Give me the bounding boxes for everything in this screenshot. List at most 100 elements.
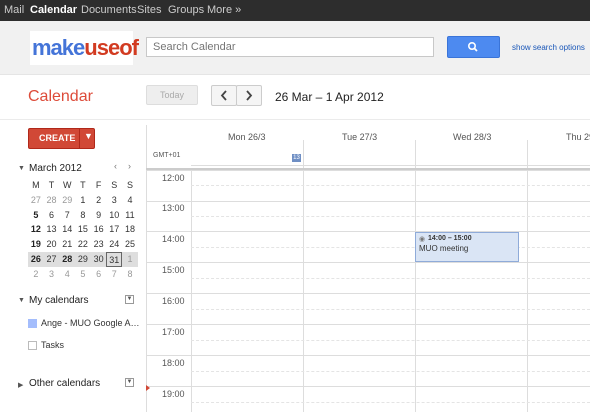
collapse-triangle-icon[interactable]: ▼ (18, 297, 25, 304)
next-week-button[interactable] (236, 85, 262, 106)
nav-documents[interactable]: Documents (81, 4, 137, 16)
mini-day-today[interactable]: 31 (106, 251, 123, 267)
mini-day[interactable]: 11 (122, 208, 138, 223)
mini-day[interactable]: 27 (44, 252, 60, 267)
mini-day[interactable]: 29 (75, 252, 91, 267)
half-hour-line (191, 371, 590, 372)
mini-day[interactable]: 30 (91, 252, 107, 267)
show-search-options-link[interactable]: show search options (512, 43, 585, 52)
mini-day[interactable]: 17 (106, 222, 122, 237)
event-time: 14:00 – 15:00 (428, 235, 472, 242)
collapse-triangle-icon[interactable]: ▼ (18, 165, 25, 172)
nav-groups[interactable]: Groups (168, 4, 204, 16)
mini-day[interactable]: 24 (106, 237, 122, 252)
day-header-thu[interactable]: Thu 29 (566, 132, 590, 142)
mini-day[interactable]: 22 (75, 237, 91, 252)
mini-week-row-selected: 26 27 28 29 30 31 1 (28, 251, 138, 267)
mini-week-row: 2 3 4 5 6 7 8 (28, 267, 138, 282)
mini-day[interactable]: 12 (28, 222, 44, 237)
calendar-item-label[interactable]: Tasks (41, 340, 64, 350)
hour-line (146, 386, 590, 387)
search-input[interactable] (146, 37, 434, 57)
hour-label: 13:00 (162, 203, 185, 213)
hour-line (146, 170, 590, 171)
top-nav-bar: Mail Calendar Documents Sites Groups Mor… (0, 0, 590, 21)
mini-calendar-grid: M T W T F S S 27 28 29 1 2 3 4 5 6 7 8 9… (28, 178, 138, 282)
mini-day[interactable]: 25 (122, 237, 138, 252)
mini-day[interactable]: 29 (59, 193, 75, 208)
mini-day[interactable]: 1 (122, 252, 138, 267)
half-hour-line (191, 185, 590, 186)
mini-day[interactable]: 13 (44, 222, 60, 237)
half-hour-line (191, 247, 590, 248)
day-header-tue[interactable]: Tue 27/3 (342, 132, 377, 142)
week-number-badge[interactable]: 13 (292, 154, 301, 162)
mini-day[interactable]: 16 (91, 222, 107, 237)
search-button[interactable] (447, 36, 500, 58)
mini-day[interactable]: 3 (44, 267, 60, 282)
mini-day[interactable]: 8 (75, 208, 91, 223)
mini-day[interactable]: 15 (75, 222, 91, 237)
mini-day[interactable]: 9 (91, 208, 107, 223)
calendar-event[interactable]: ◉ 14:00 – 15:00 MUO meeting (415, 232, 519, 262)
makeuseof-logo[interactable]: makeuseof (30, 31, 139, 65)
mini-day[interactable]: 6 (91, 267, 107, 282)
create-dropdown-icon[interactable]: ▼ (84, 131, 93, 141)
mini-prev-month-button[interactable]: ‹ (114, 161, 117, 171)
mini-calendar-title[interactable]: March 2012 (29, 163, 82, 174)
create-divider (79, 129, 80, 148)
chevron-left-icon (220, 90, 227, 101)
logo-part-make: make (32, 35, 85, 60)
mini-day[interactable]: 18 (122, 222, 138, 237)
mini-weekday: T (80, 180, 86, 190)
calendar-item-label[interactable]: Ange - MUO Google A… (41, 318, 140, 328)
mini-day[interactable]: 19 (28, 237, 44, 252)
hour-label: 15:00 (162, 265, 185, 275)
mini-day[interactable]: 28 (44, 193, 60, 208)
mini-day[interactable]: 10 (106, 208, 122, 223)
mini-day[interactable]: 3 (106, 193, 122, 208)
nav-more[interactable]: More » (207, 4, 241, 16)
mini-day[interactable]: 5 (75, 267, 91, 282)
mini-next-month-button[interactable]: › (128, 161, 131, 171)
other-calendars-title[interactable]: Other calendars (29, 378, 100, 389)
mini-day[interactable]: 27 (28, 193, 44, 208)
my-calendars-title[interactable]: My calendars (29, 295, 88, 306)
reminder-bell-icon: ◉ (419, 236, 426, 243)
mini-day[interactable]: 14 (59, 222, 75, 237)
mini-day[interactable]: 2 (28, 267, 44, 282)
nav-sites[interactable]: Sites (137, 4, 161, 16)
mini-day[interactable]: 23 (91, 237, 107, 252)
mini-day[interactable]: 6 (44, 208, 60, 223)
calendar-checkbox[interactable] (28, 341, 37, 350)
mini-day[interactable]: 21 (59, 237, 75, 252)
mini-day[interactable]: 2 (91, 193, 107, 208)
mini-day[interactable]: 1 (75, 193, 91, 208)
nav-mail[interactable]: Mail (4, 4, 24, 16)
mini-day[interactable]: 20 (44, 237, 60, 252)
calendar-color-swatch[interactable] (28, 319, 37, 328)
mini-day[interactable]: 8 (122, 267, 138, 282)
mini-day[interactable]: 28 (59, 252, 75, 267)
nav-calendar[interactable]: Calendar (30, 4, 77, 16)
chevron-right-icon (246, 90, 253, 101)
today-button[interactable]: Today (146, 85, 198, 105)
mini-day[interactable]: 7 (59, 208, 75, 223)
mini-weekday: M (32, 180, 40, 190)
hour-label: 16:00 (162, 296, 185, 306)
prev-week-button[interactable] (211, 85, 237, 106)
mini-day[interactable]: 4 (59, 267, 75, 282)
my-calendars-menu-icon[interactable]: ▼ (125, 295, 134, 304)
mini-day[interactable]: 26 (28, 252, 44, 267)
other-calendars-menu-icon[interactable]: ▼ (125, 378, 134, 387)
create-button[interactable]: CREATE ▼ (28, 128, 95, 149)
hour-line (146, 201, 590, 202)
mini-day[interactable]: 5 (28, 208, 44, 223)
mini-day[interactable]: 4 (122, 193, 138, 208)
expand-triangle-icon[interactable]: ▶ (18, 381, 23, 389)
half-hour-line (191, 340, 590, 341)
day-header-mon[interactable]: Mon 26/3 (228, 132, 266, 142)
day-header-wed[interactable]: Wed 28/3 (453, 132, 491, 142)
mini-day[interactable]: 7 (106, 267, 122, 282)
mini-weekday: W (62, 180, 72, 190)
